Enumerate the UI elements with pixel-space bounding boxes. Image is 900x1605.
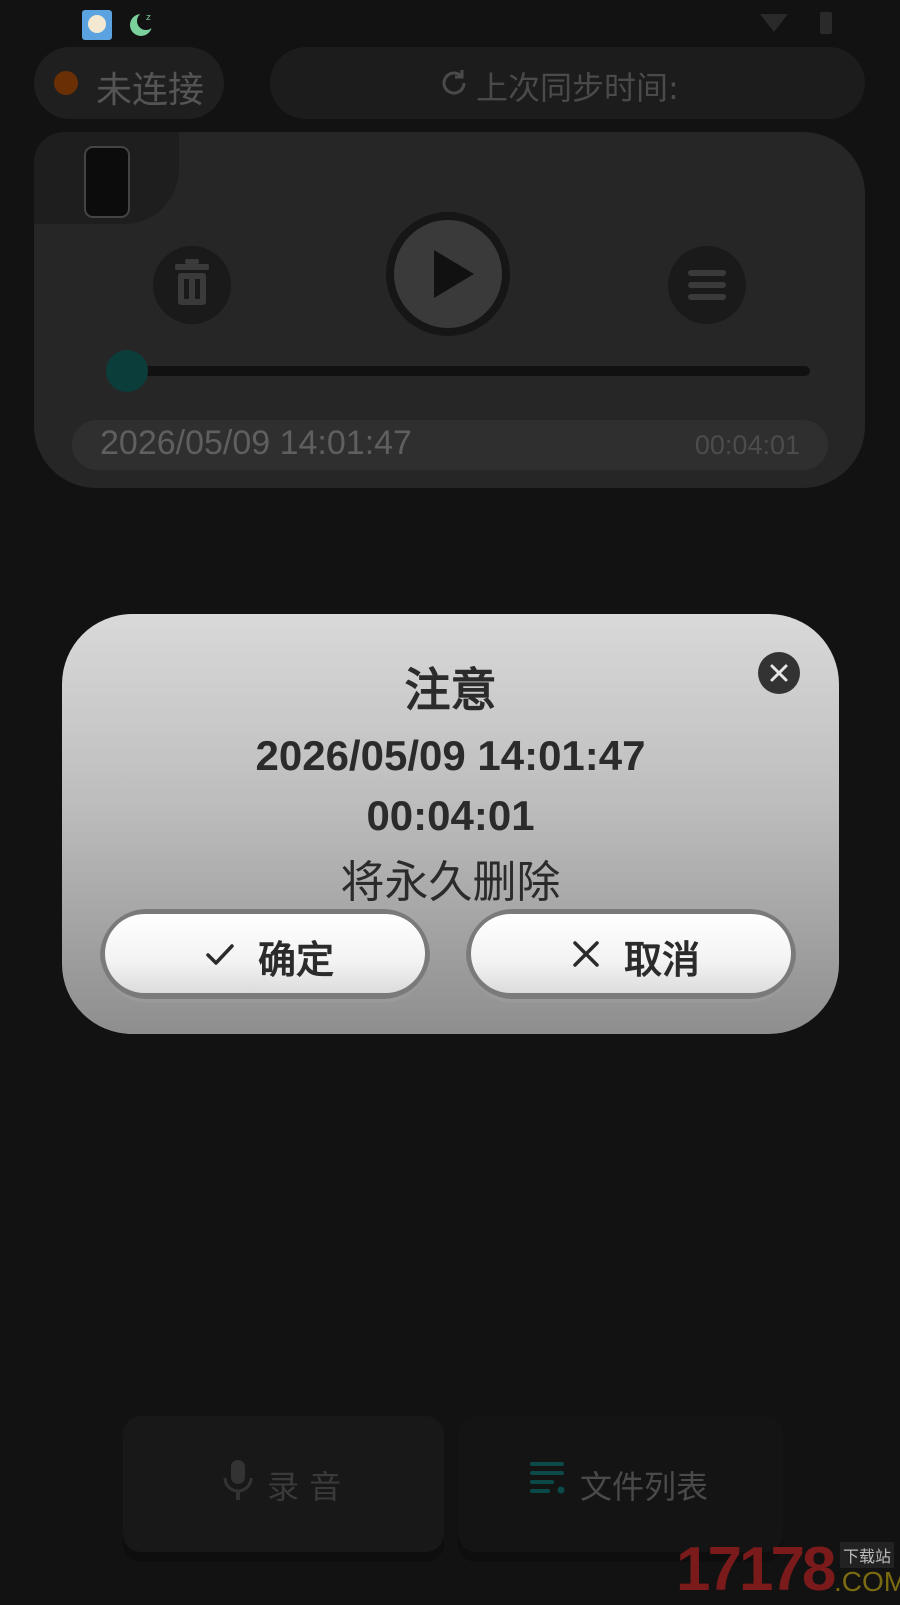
nav-record-label: 录 音	[267, 1468, 342, 1506]
connection-status-dot	[54, 71, 78, 95]
progress-track[interactable]	[126, 366, 810, 376]
dialog-duration: 00:04:01	[366, 792, 535, 839]
moon-sleep-icon: z	[128, 10, 156, 38]
device-tab[interactable]	[34, 132, 179, 224]
nav-record-tab[interactable]: 录 音	[123, 1416, 444, 1552]
recording-duration: 00:04:01	[694, 430, 800, 460]
dialog-datetime: 2026/05/09 14:01:47	[255, 732, 646, 779]
check-icon	[206, 944, 234, 965]
sync-label: 上次同步时间:	[476, 69, 679, 107]
play-button[interactable]	[386, 212, 510, 336]
recording-info-bar: 2026/05/09 14:01:47 00:04:01	[72, 420, 828, 470]
wifi-icon	[760, 14, 788, 32]
sync-icon	[442, 70, 466, 95]
battery-icon	[820, 12, 832, 34]
nav-files-tab[interactable]: 文件列表	[458, 1416, 783, 1552]
delete-button[interactable]	[153, 246, 231, 324]
dialog-title: 注意	[404, 663, 497, 717]
confirm-label: 确定	[258, 938, 335, 982]
recording-datetime: 2026/05/09 14:01:47	[100, 424, 412, 462]
dialog-message: 将永久删除	[340, 857, 561, 908]
watermark-suffix: .COM	[834, 1566, 900, 1597]
connection-status-pill[interactable]: 未连接	[34, 47, 224, 119]
microphone-icon	[223, 1460, 253, 1500]
trash-icon	[175, 259, 209, 305]
player-card: 2026/05/09 14:01:47 00:04:01	[34, 132, 865, 488]
menu-button[interactable]	[668, 246, 746, 324]
svg-text:z: z	[146, 13, 151, 23]
sync-pill[interactable]: 上次同步时间:	[270, 47, 865, 119]
status-right	[760, 12, 840, 34]
cancel-button[interactable]: 取消	[466, 909, 796, 1003]
watermark-number: 17178	[676, 1535, 836, 1604]
connection-status-text: 未连接	[96, 70, 205, 111]
watermark-tag: 下载站	[840, 1542, 895, 1568]
delete-confirm-dialog: 注意 2026/05/09 14:01:47 00:04:01 将永久删除 确定…	[62, 614, 839, 1034]
confirm-button[interactable]: 确定	[100, 909, 430, 1003]
status-bar: z	[0, 0, 900, 46]
app-avatar-icon	[82, 10, 112, 40]
play-icon	[434, 250, 474, 298]
menu-icon	[688, 270, 726, 276]
progress-knob[interactable]	[106, 350, 148, 392]
site-watermark: 17178 下载站 .COM	[676, 1534, 900, 1604]
nav-files-label: 文件列表	[580, 1468, 709, 1506]
phone-icon	[84, 146, 130, 218]
cancel-x-icon	[573, 941, 599, 967]
cancel-label: 取消	[624, 938, 701, 982]
list-icon	[530, 1462, 565, 1494]
